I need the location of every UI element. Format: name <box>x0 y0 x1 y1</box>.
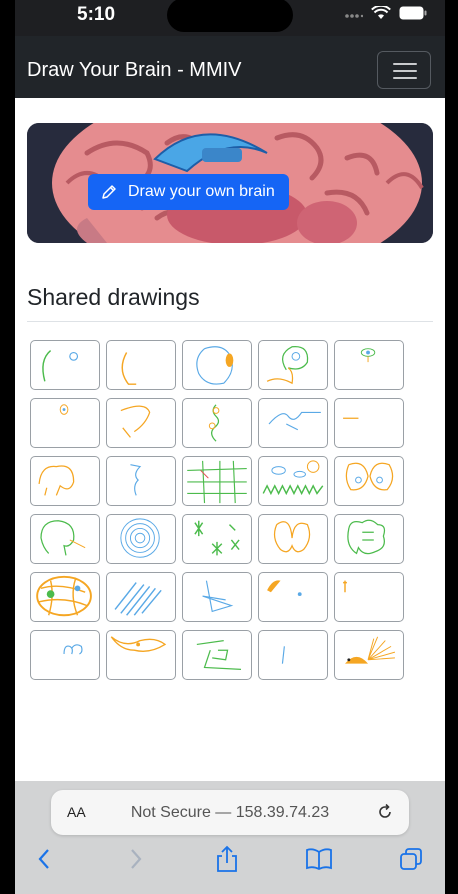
drawing-thumbnail[interactable] <box>334 456 404 506</box>
drawing-thumbnail[interactable] <box>30 572 100 622</box>
drawing-thumbnail[interactable] <box>30 398 100 448</box>
drawings-grid <box>30 340 410 680</box>
drawing-thumbnail[interactable] <box>182 514 252 564</box>
drawing-thumbnail[interactable] <box>258 398 328 448</box>
share-icon[interactable] <box>215 845 239 873</box>
status-time: 5:10 <box>77 4 116 25</box>
forward-icon[interactable] <box>127 847 145 871</box>
phone-frame: 5:10 Draw Your Brain - MMIV Draw your ow… <box>0 0 458 894</box>
back-icon[interactable] <box>35 847 53 871</box>
divider <box>27 321 433 322</box>
safari-bottom-bar: AA Not Secure — 158.39.74.23 <box>15 781 445 894</box>
drawing-thumbnail[interactable] <box>106 572 176 622</box>
drawing-thumbnail[interactable] <box>182 630 252 680</box>
status-bar: 5:10 <box>15 0 445 36</box>
drawing-thumbnail[interactable] <box>106 630 176 680</box>
navbar-toggle-button[interactable] <box>377 51 431 89</box>
draw-your-own-brain-button[interactable]: Draw your own brain <box>88 174 289 210</box>
drawing-thumbnail[interactable] <box>30 456 100 506</box>
drawing-thumbnail[interactable] <box>258 456 328 506</box>
drawing-thumbnail[interactable] <box>258 630 328 680</box>
reload-icon[interactable] <box>375 802 395 822</box>
section-title: Shared drawings <box>27 284 200 310</box>
wifi-icon <box>371 6 391 19</box>
drawing-thumbnail[interactable] <box>258 572 328 622</box>
battery-icon <box>399 6 427 20</box>
navbar: Draw Your Brain - MMIV <box>15 36 445 98</box>
status-icons <box>345 6 427 20</box>
drawing-thumbnail[interactable] <box>106 398 176 448</box>
drawing-thumbnail[interactable] <box>182 456 252 506</box>
address-text[interactable]: Not Secure — 158.39.74.23 <box>51 804 409 822</box>
browser-viewport: 5:10 Draw Your Brain - MMIV Draw your ow… <box>15 0 445 894</box>
signal-icon <box>345 14 363 18</box>
drawing-thumbnail[interactable] <box>106 340 176 390</box>
drawing-thumbnail[interactable] <box>182 340 252 390</box>
drawing-thumbnail[interactable] <box>30 630 100 680</box>
drawing-thumbnail[interactable] <box>258 514 328 564</box>
pencil-icon <box>102 185 116 199</box>
navbar-brand[interactable]: Draw Your Brain - MMIV <box>27 59 242 82</box>
drawing-thumbnail[interactable] <box>30 514 100 564</box>
dynamic-island <box>167 0 293 32</box>
drawing-thumbnail[interactable] <box>182 572 252 622</box>
tabs-icon[interactable] <box>399 847 423 871</box>
hamburger-icon-line <box>393 70 417 72</box>
hamburger-icon <box>393 63 417 65</box>
drawing-thumbnail[interactable] <box>334 630 404 680</box>
drawing-thumbnail[interactable] <box>334 572 404 622</box>
bookmarks-icon[interactable] <box>305 847 333 871</box>
address-bar[interactable]: AA Not Secure — 158.39.74.23 <box>51 790 409 835</box>
drawing-thumbnail[interactable] <box>334 398 404 448</box>
drawing-thumbnail[interactable] <box>334 514 404 564</box>
drawing-thumbnail[interactable] <box>258 340 328 390</box>
draw-button-label: Draw your own brain <box>128 183 275 200</box>
drawing-thumbnail[interactable] <box>30 340 100 390</box>
drawing-thumbnail[interactable] <box>106 514 176 564</box>
drawing-thumbnail[interactable] <box>182 398 252 448</box>
hamburger-icon-line <box>393 77 417 79</box>
drawing-thumbnail[interactable] <box>334 340 404 390</box>
hero-banner: Draw your own brain <box>27 123 433 243</box>
drawing-thumbnail[interactable] <box>106 456 176 506</box>
